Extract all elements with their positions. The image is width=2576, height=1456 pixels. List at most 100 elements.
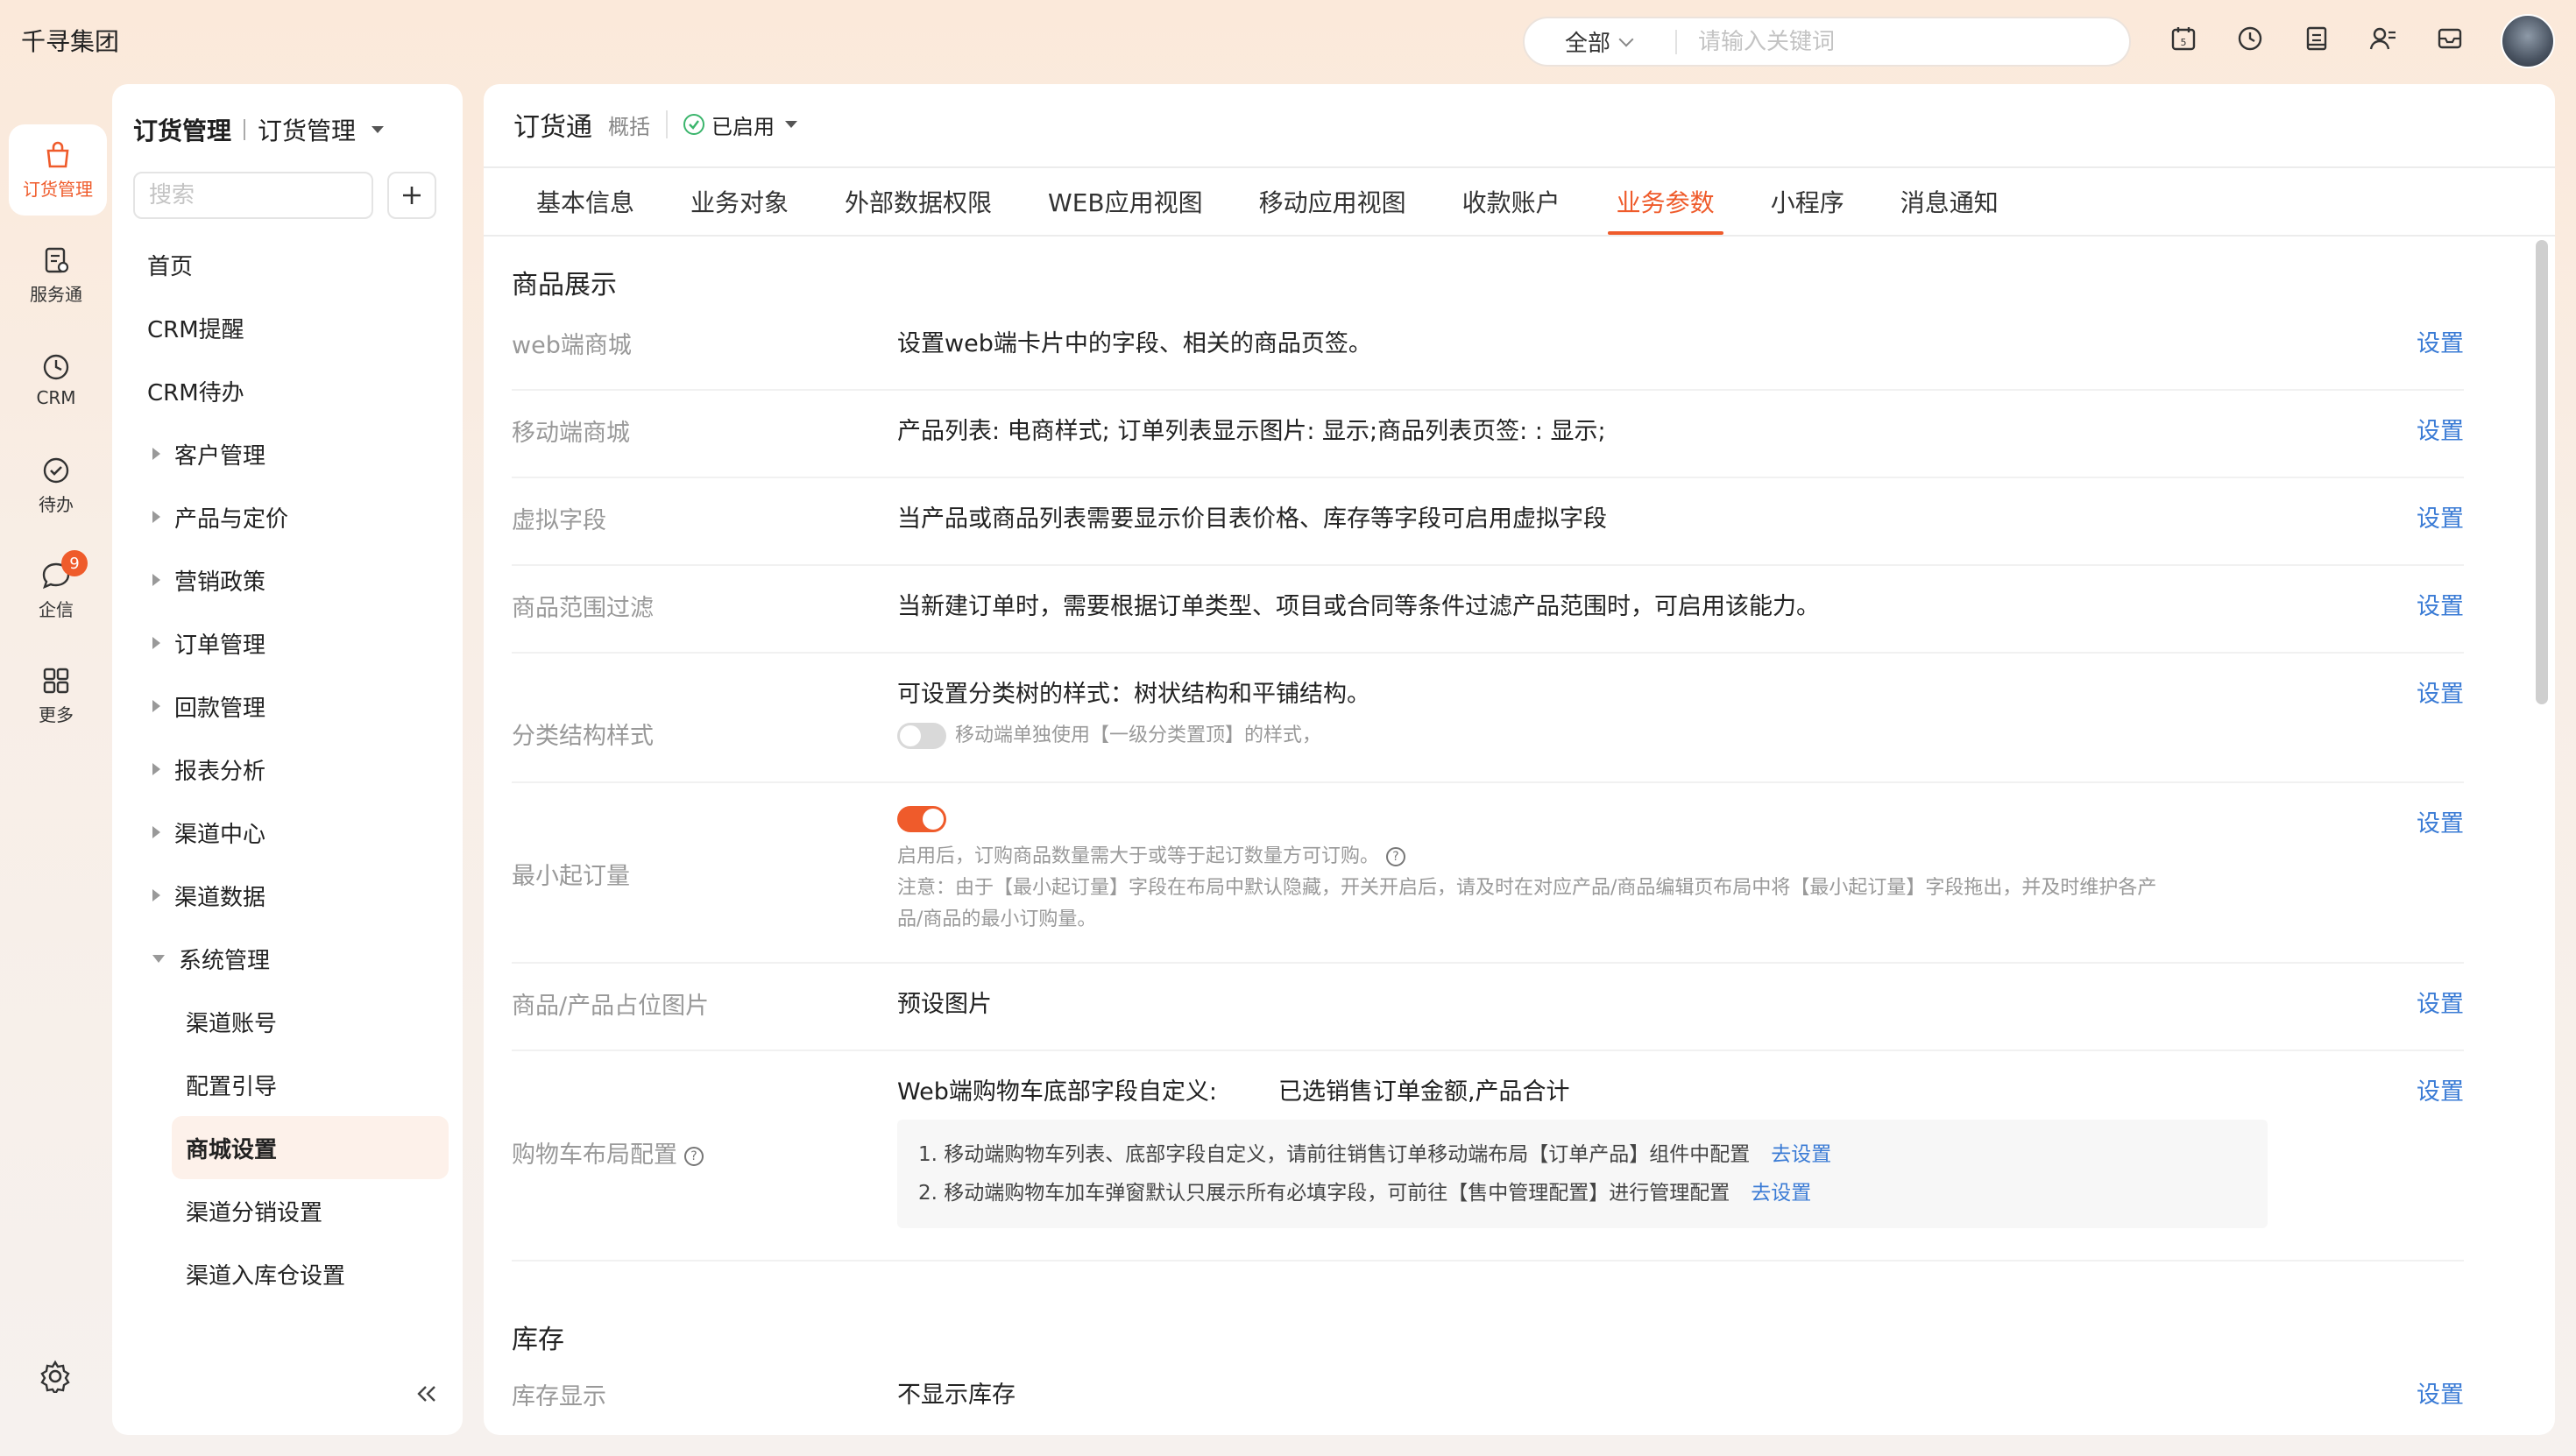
nav-item-customer[interactable]: 客户管理: [126, 422, 449, 485]
toggle-switch[interactable]: [897, 723, 946, 749]
sidebar-scope-select[interactable]: 订货管理: [258, 112, 356, 147]
nav-item-payments[interactable]: 回款管理: [126, 675, 449, 738]
nav-item-reports[interactable]: 报表分析: [126, 738, 449, 801]
settings-gear-icon[interactable]: [39, 1360, 72, 1396]
nav-label: 渠道分销设置: [186, 1199, 323, 1226]
search-scope-select[interactable]: 全部: [1525, 25, 1675, 58]
nav-subitem-channel-account[interactable]: 渠道账号: [126, 990, 449, 1053]
expand-arrow-icon: [152, 637, 160, 649]
hint-text: 品/商品的最小订购量。: [897, 908, 1097, 930]
rail-item-todo[interactable]: 待办: [0, 440, 112, 531]
setting-link[interactable]: 设置: [2417, 1072, 2464, 1106]
nav-item-product-pricing[interactable]: 产品与定价: [126, 485, 449, 548]
nav-label: 产品与定价: [174, 505, 289, 533]
user-avatar[interactable]: [2501, 14, 2555, 68]
row-label: web端商城: [512, 332, 632, 359]
nav-item-orders[interactable]: 订单管理: [126, 611, 449, 675]
main-panel: 订货通 概括 已启用 基本信息 业务对象 外部数据权限 WEB应用视图 移动应用…: [484, 84, 2555, 1435]
tab-mini-program[interactable]: 小程序: [1743, 168, 1872, 235]
rail-item-crm[interactable]: CRM: [0, 335, 112, 426]
nav-label: CRM提醒: [147, 316, 244, 343]
scrollbar[interactable]: [2536, 240, 2548, 704]
setting-link[interactable]: 设置: [2417, 587, 2464, 621]
nav-item-home[interactable]: 首页: [126, 233, 449, 296]
setting-link[interactable]: 设置: [2417, 985, 2464, 1019]
info-line: 2. 移动端购物车加车弹窗默认只展示所有必填字段，可前往【售中管理配置】进行管理…: [918, 1174, 2247, 1212]
toggle-switch[interactable]: [897, 806, 946, 832]
add-button[interactable]: [387, 172, 436, 219]
user-settings-icon[interactable]: [2367, 23, 2399, 54]
nav-subitem-warehouse[interactable]: 渠道入库仓设置: [126, 1242, 449, 1305]
global-search-input[interactable]: [1677, 28, 2098, 55]
go-setting-link[interactable]: 去设置: [1751, 1182, 1811, 1205]
collapse-sidebar-icon[interactable]: [415, 1384, 438, 1407]
main-header: 订货通 概括 已启用: [513, 105, 797, 144]
tab-business-objects[interactable]: 业务对象: [662, 168, 817, 235]
bag-icon: [46, 141, 69, 167]
calendar-icon[interactable]: 5: [2168, 23, 2199, 54]
setting-link[interactable]: 设置: [2417, 804, 2464, 838]
row-virtual-field: 虚拟字段 当产品或商品列表需要显示价目表价格、库存等字段可启用虚拟字段 设置: [512, 478, 2464, 566]
tab-business-params[interactable]: 业务参数: [1589, 168, 1743, 235]
nav-label: 商城设置: [186, 1136, 278, 1163]
nav-item-system[interactable]: 系统管理: [126, 927, 449, 990]
tab-mobile-app-view[interactable]: 移动应用视图: [1231, 168, 1434, 235]
row-label: 库存显示: [512, 1383, 606, 1410]
row-category-style: 分类结构样式 可设置分类树的样式：树状结构和平铺结构。 移动端单独使用【一级分类…: [512, 654, 2464, 783]
crm-icon: [43, 354, 69, 380]
document-icon[interactable]: [2301, 23, 2332, 54]
sidebar-search-input[interactable]: [133, 172, 373, 219]
hint-text: 注意：由于【最小起订量】字段在布局中默认隐藏，开关开启后，请及时在对应产品/商品…: [897, 877, 2157, 899]
row-web-mall: web端商城 设置web端卡片中的字段、相关的商品页签。 设置: [512, 303, 2464, 391]
nav-item-channel-data[interactable]: 渠道数据: [126, 864, 449, 927]
caret-down-icon[interactable]: [372, 126, 385, 133]
nav-label: 渠道数据: [174, 884, 266, 911]
sidebar-title: 订货管理: [133, 117, 232, 145]
tab-external-data-permissions[interactable]: 外部数据权限: [817, 168, 1020, 235]
tab-basic-info[interactable]: 基本信息: [508, 168, 662, 235]
nav-item-crm-todo[interactable]: CRM待办: [126, 359, 449, 422]
nav-label: 系统管理: [179, 947, 271, 974]
setting-link[interactable]: 设置: [2417, 1375, 2464, 1410]
nav-subitem-distribution[interactable]: 渠道分销设置: [126, 1179, 449, 1242]
setting-link[interactable]: 设置: [2417, 675, 2464, 709]
setting-link[interactable]: 设置: [2417, 499, 2464, 534]
go-setting-link[interactable]: 去设置: [1771, 1143, 1831, 1166]
check-circle-icon: [43, 457, 69, 483]
nav-item-crm-reminder[interactable]: CRM提醒: [126, 296, 449, 359]
info-line: 1. 移动端购物车列表、底部字段自定义，请前往销售订单移动端布局【订单产品】组件…: [918, 1135, 2247, 1174]
row-value: 预设图片: [897, 991, 992, 1018]
expand-arrow-icon: [152, 700, 160, 712]
help-icon[interactable]: ?: [684, 1146, 704, 1166]
clock-icon[interactable]: [2234, 23, 2266, 54]
row-value: 产品列表: 电商样式; 订单列表显示图片: 显示;商品列表页签: : 显示;: [897, 418, 1606, 445]
status-label: 已启用: [711, 114, 775, 139]
hint-block: 启用后，订购商品数量需大于或等于起订数量方可订购。? 注意：由于【最小起订量】字…: [897, 841, 2282, 936]
nav-subitem-mall-settings[interactable]: 商城设置: [172, 1116, 449, 1179]
rail-item-order-management[interactable]: 订货管理: [9, 124, 107, 216]
tab-web-app-view[interactable]: WEB应用视图: [1020, 168, 1231, 235]
global-search: 全部: [1523, 17, 2131, 67]
svg-text:5: 5: [2181, 37, 2187, 48]
tab-payment-accounts[interactable]: 收款账户: [1434, 168, 1589, 235]
row-label: 购物车布局配置?: [512, 1135, 704, 1170]
tab-notifications[interactable]: 消息通知: [1872, 168, 2027, 235]
inbox-icon[interactable]: [2434, 23, 2466, 54]
nav-item-channel-center[interactable]: 渠道中心: [126, 801, 449, 864]
setting-link[interactable]: 设置: [2417, 412, 2464, 446]
top-toolbar: 5: [2168, 23, 2466, 54]
search-scope-label: 全部: [1565, 31, 1611, 57]
row-mobile-mall: 移动端商城 产品列表: 电商样式; 订单列表显示图片: 显示;商品列表页签: :…: [512, 391, 2464, 478]
setting-link[interactable]: 设置: [2417, 324, 2464, 358]
hint-text: 启用后，订购商品数量需大于或等于起订数量方可订购。: [897, 845, 1380, 867]
expand-arrow-icon: [152, 511, 160, 523]
nav-label: 配置引导: [186, 1073, 278, 1100]
help-icon[interactable]: ?: [1386, 847, 1406, 866]
rail-item-service[interactable]: 服务通: [0, 230, 112, 321]
nav-item-marketing[interactable]: 营销政策: [126, 548, 449, 611]
rail-item-messages[interactable]: 9 企信: [0, 545, 112, 636]
nav-subitem-config-guide[interactable]: 配置引导: [126, 1053, 449, 1116]
status-dropdown[interactable]: 已启用: [683, 110, 797, 140]
page-title: 订货通: [513, 112, 592, 143]
rail-item-more[interactable]: 更多: [0, 650, 112, 741]
